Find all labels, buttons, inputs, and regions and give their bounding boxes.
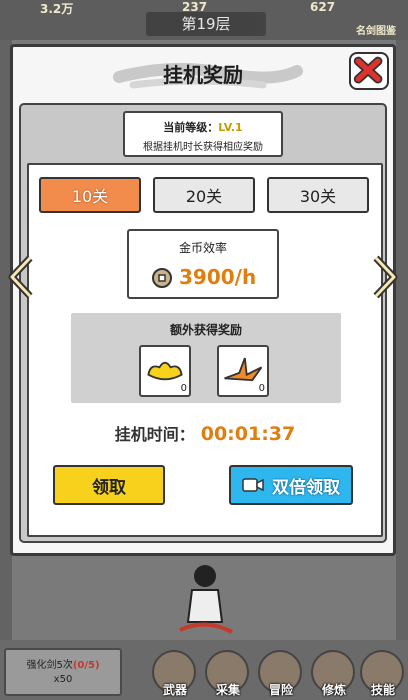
tab-10-stages[interactable]: 10关 — [39, 177, 141, 213]
idle-time-label: 挂机时间： — [114, 425, 195, 444]
tab-skill-label: 技能 — [370, 683, 395, 697]
next-arrow-icon[interactable] — [372, 254, 400, 300]
reward-card: 10关 20关 30关 金币效率 3900/h 额外获得奖励 0 0 挂机时间：… — [27, 163, 383, 537]
tab-weapon[interactable]: 武器 — [152, 650, 196, 697]
extra-rewards-label: 额外获得奖励 — [169, 323, 242, 337]
gold-rate-value: 3900/h — [179, 265, 257, 289]
double-claim-label: 双倍领取 — [272, 477, 340, 498]
tab-adventure[interactable]: 冒险 — [258, 650, 302, 697]
close-button[interactable] — [349, 52, 389, 90]
tab-30-stages[interactable]: 30关 — [267, 177, 369, 213]
level-description: 根据挂机时长获得相应奖励 — [143, 142, 263, 153]
close-icon — [353, 56, 383, 84]
floor-label: 第19层 — [146, 12, 266, 36]
quest-progress: (0/5) — [72, 660, 100, 671]
resource-coins: 3.2万 — [40, 2, 74, 16]
quest-reward: x50 — [53, 674, 73, 685]
tab-adventure-label: 冒险 — [268, 683, 293, 697]
tab-skill[interactable]: 技能 — [360, 650, 404, 697]
dialog-title: 挂机奖励 — [163, 63, 243, 87]
double-claim-button[interactable]: 双倍领取 — [229, 465, 353, 505]
quest-text: 强化剑5次 — [26, 660, 73, 671]
resource-cranes: 627 — [310, 0, 336, 14]
reward-slot-gold-ingot[interactable]: 0 — [139, 345, 191, 397]
gold-rate-label: 金币效率 — [178, 241, 227, 255]
tab-20-stages[interactable]: 20关 — [153, 177, 255, 213]
claim-button[interactable]: 领取 — [53, 465, 165, 505]
tab-cultivate-label: 修炼 — [321, 683, 346, 697]
dialog-header: 挂机奖励 — [13, 47, 393, 99]
dialog-content-frame: 当前等级：LV.1 根据挂机时长获得相应奖励 10关 20关 30关 金币效率 … — [19, 103, 387, 543]
hero-character-icon — [179, 565, 233, 634]
gold-rate-box: 金币效率 3900/h — [127, 229, 279, 299]
level-prefix: 当前等级： — [163, 121, 219, 134]
sword-collection-label[interactable]: 名剑图鉴 — [356, 22, 396, 37]
level-value: LV.1 — [218, 121, 243, 134]
tab-weapon-label: 武器 — [162, 683, 187, 697]
level-info-box: 当前等级：LV.1 根据挂机时长获得相应奖励 — [123, 111, 283, 157]
video-icon — [242, 478, 264, 492]
quest-panel[interactable]: 强化剑5次(0/5) x50 — [4, 648, 122, 696]
prev-arrow-icon[interactable] — [6, 254, 34, 300]
idle-reward-dialog: 挂机奖励 当前等级：LV.1 根据挂机时长获得相应奖励 10关 20关 30关 … — [10, 44, 396, 556]
reward-count: 0 — [180, 383, 187, 394]
right-scene-edge — [396, 40, 408, 640]
idle-time-row: 挂机时间： 00:01:37 — [29, 421, 381, 445]
tab-gather-label: 采集 — [215, 683, 240, 697]
idle-time-value: 00:01:37 — [200, 423, 296, 445]
extra-rewards-box: 额外获得奖励 0 0 — [71, 313, 341, 403]
reward-count: 0 — [258, 383, 265, 394]
coin-icon — [152, 268, 172, 288]
tab-gather[interactable]: 采集 — [205, 650, 249, 697]
reward-slot-crane[interactable]: 0 — [217, 345, 269, 397]
tab-cultivate[interactable]: 修炼 — [311, 650, 355, 697]
